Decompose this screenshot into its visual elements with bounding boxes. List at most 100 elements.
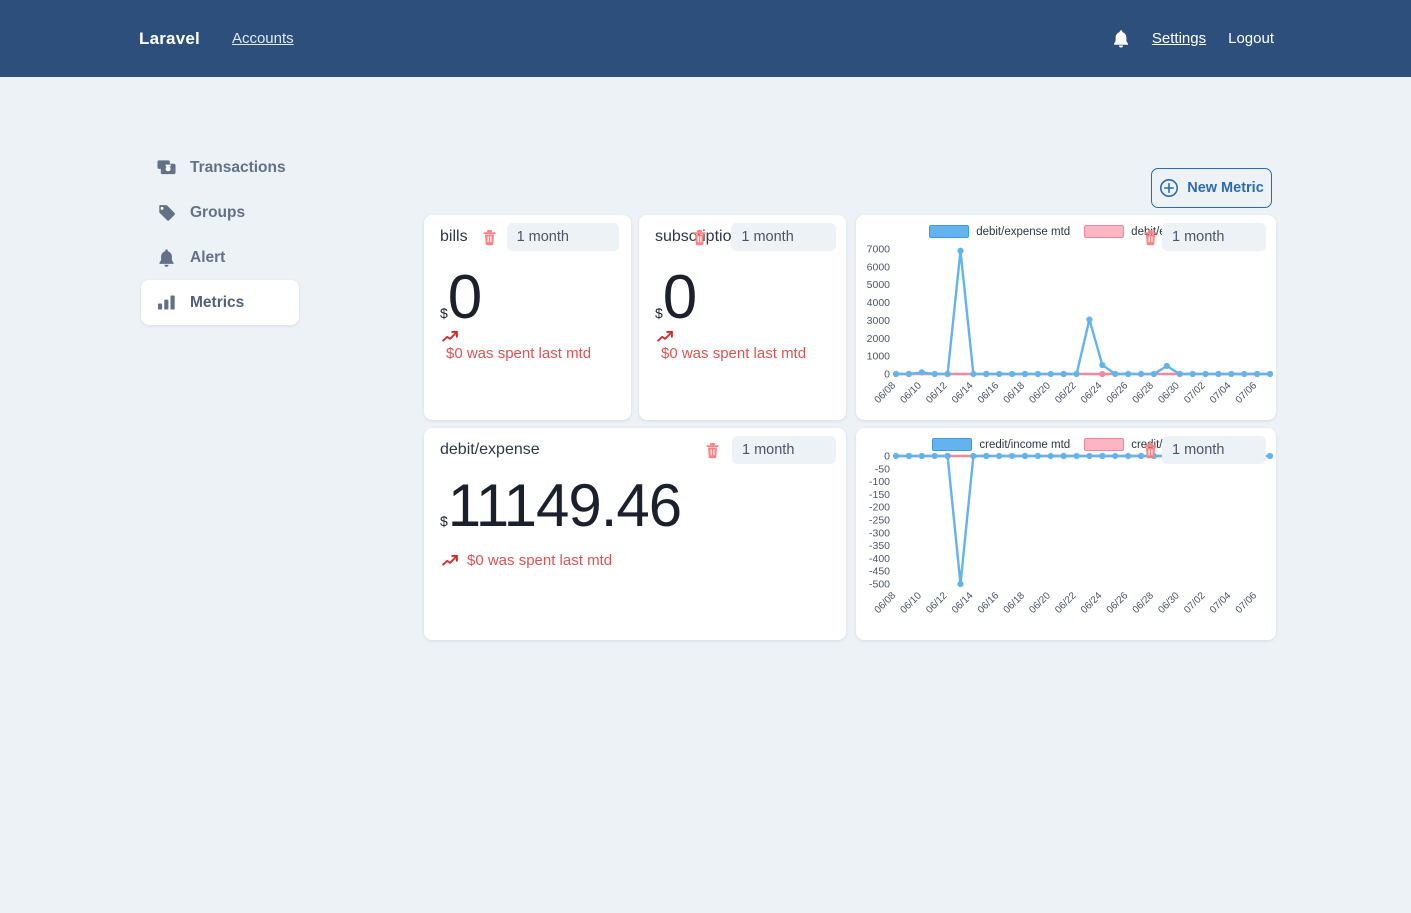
svg-text:06/20: 06/20 <box>1027 380 1053 406</box>
note-text: $0 was spent last mtd <box>446 345 592 362</box>
period-select[interactable]: 1 month <box>731 223 836 251</box>
svg-text:06/22: 06/22 <box>1053 380 1079 406</box>
svg-text:06/16: 06/16 <box>976 380 1002 406</box>
svg-text:-400: -400 <box>869 553 890 565</box>
metric-card-subscription: subscription 1 month <box>639 215 846 420</box>
metric-chart-card-credit-income: credit/income mtd credit/income <box>856 428 1276 640</box>
tag-icon <box>157 203 176 222</box>
svg-text:7000: 7000 <box>867 244 891 256</box>
metrics-row-2: debit/expense 1 month $ 11149.46 $0 was … <box>424 428 1276 640</box>
metric-value: 11149.46 <box>447 472 682 539</box>
svg-text:06/10: 06/10 <box>898 380 924 406</box>
period-select[interactable]: 1 month <box>506 223 619 251</box>
svg-text:1000: 1000 <box>867 351 891 363</box>
bar-chart-icon <box>157 293 176 312</box>
svg-text:06/30: 06/30 <box>1156 590 1182 616</box>
sidebar-item-label: Groups <box>190 203 246 221</box>
metric-value: 0 <box>447 263 482 332</box>
delete-metric-icon[interactable] <box>692 229 707 246</box>
svg-text:06/08: 06/08 <box>873 380 899 406</box>
sidebar-item-label: Alert <box>190 248 226 266</box>
currency-symbol: $ <box>655 305 663 321</box>
notification-bell-icon[interactable] <box>1112 29 1130 49</box>
svg-text:06/14: 06/14 <box>950 590 976 616</box>
bell-icon <box>157 248 176 267</box>
card-value-group: $ 11149.46 <box>440 472 682 539</box>
metric-chart-card-debit-expense: debit/expense mtd debit/expense <box>856 215 1276 420</box>
svg-text:4000: 4000 <box>867 297 891 309</box>
svg-text:06/28: 06/28 <box>1131 590 1157 616</box>
nav-link-accounts[interactable]: Accounts <box>232 30 294 47</box>
sidebar-item-alert[interactable]: Alert <box>141 235 299 280</box>
note-text: $0 was spent last mtd <box>467 552 613 569</box>
svg-text:5000: 5000 <box>867 279 891 291</box>
plus-circle-icon <box>1159 178 1179 198</box>
svg-text:07/06: 07/06 <box>1234 380 1260 406</box>
delete-metric-icon[interactable] <box>1143 229 1158 246</box>
period-select[interactable]: 1 month <box>1162 223 1266 251</box>
svg-text:06/30: 06/30 <box>1156 380 1182 406</box>
page-content: Transactions Groups Alert Metrics New Me… <box>0 77 1411 913</box>
period-select[interactable]: 1 month <box>732 436 836 464</box>
svg-text:-300: -300 <box>869 527 890 539</box>
metrics-row-1: bills 1 month $ 0 $0 was spent last mtd … <box>424 215 1276 420</box>
metric-card-bills: bills 1 month $ 0 $0 was spent last mtd <box>424 215 631 420</box>
sidebar-item-label: Transactions <box>190 158 286 176</box>
svg-text:06/28: 06/28 <box>1131 380 1157 406</box>
svg-text:06/12: 06/12 <box>924 590 950 616</box>
card-header: debit/expense 1 month <box>440 436 836 464</box>
svg-text:0: 0 <box>884 451 890 463</box>
svg-text:07/04: 07/04 <box>1208 590 1234 616</box>
svg-text:-50: -50 <box>875 463 890 475</box>
svg-text:-250: -250 <box>869 515 890 527</box>
svg-text:07/02: 07/02 <box>1182 380 1208 406</box>
svg-text:-500: -500 <box>869 579 890 591</box>
svg-text:-100: -100 <box>869 476 890 488</box>
svg-text:06/20: 06/20 <box>1027 590 1053 616</box>
new-metric-button[interactable]: New Metric <box>1151 168 1272 208</box>
delete-metric-icon[interactable] <box>705 442 720 459</box>
sidebar-item-metrics[interactable]: Metrics <box>141 280 299 325</box>
card-header: 1 month <box>1143 436 1266 464</box>
metric-card-debit-expense: debit/expense 1 month $ 11149.46 $0 was … <box>424 428 846 640</box>
sidebar: Transactions Groups Alert Metrics <box>141 145 299 325</box>
metric-value: 0 <box>662 263 697 332</box>
svg-text:3000: 3000 <box>867 315 891 327</box>
sidebar-item-groups[interactable]: Groups <box>141 190 299 235</box>
period-select[interactable]: 1 month <box>1162 436 1266 464</box>
card-note: $0 was spent last mtd <box>657 330 806 363</box>
card-value-group: $ 0 <box>655 263 697 332</box>
sidebar-item-label: Metrics <box>190 293 245 311</box>
nav-link-settings[interactable]: Settings <box>1152 30 1206 47</box>
new-metric-label: New Metric <box>1187 180 1264 196</box>
delete-metric-icon[interactable] <box>482 229 497 246</box>
nav-link-logout[interactable]: Logout <box>1228 30 1274 47</box>
trend-up-icon <box>657 330 674 343</box>
trend-up-icon <box>442 330 459 343</box>
svg-text:06/26: 06/26 <box>1105 380 1131 406</box>
svg-text:06/12: 06/12 <box>924 380 950 406</box>
svg-text:2000: 2000 <box>867 333 891 345</box>
trend-up-icon <box>442 554 459 567</box>
transactions-icon <box>157 158 176 177</box>
card-header: 1 month <box>1143 223 1266 251</box>
card-value-group: $ 0 <box>440 263 482 332</box>
svg-text:06/26: 06/26 <box>1105 590 1131 616</box>
svg-text:06/18: 06/18 <box>1002 380 1028 406</box>
currency-symbol: $ <box>440 513 448 529</box>
sidebar-item-transactions[interactable]: Transactions <box>141 145 299 190</box>
svg-text:-200: -200 <box>869 502 890 514</box>
card-note: $0 was spent last mtd <box>442 330 591 363</box>
brand-logo[interactable]: Laravel <box>139 29 200 49</box>
card-title: bills <box>440 228 468 245</box>
currency-symbol: $ <box>440 305 448 321</box>
delete-metric-icon[interactable] <box>1143 442 1158 459</box>
svg-text:-350: -350 <box>869 540 890 552</box>
card-header: subscription 1 month <box>655 223 836 251</box>
primary-nav: Accounts <box>232 30 294 47</box>
svg-text:06/22: 06/22 <box>1053 590 1079 616</box>
svg-text:07/04: 07/04 <box>1208 380 1234 406</box>
svg-text:07/02: 07/02 <box>1182 590 1208 616</box>
svg-text:6000: 6000 <box>867 261 891 273</box>
top-navbar: Laravel Accounts Settings Logout <box>0 0 1411 77</box>
